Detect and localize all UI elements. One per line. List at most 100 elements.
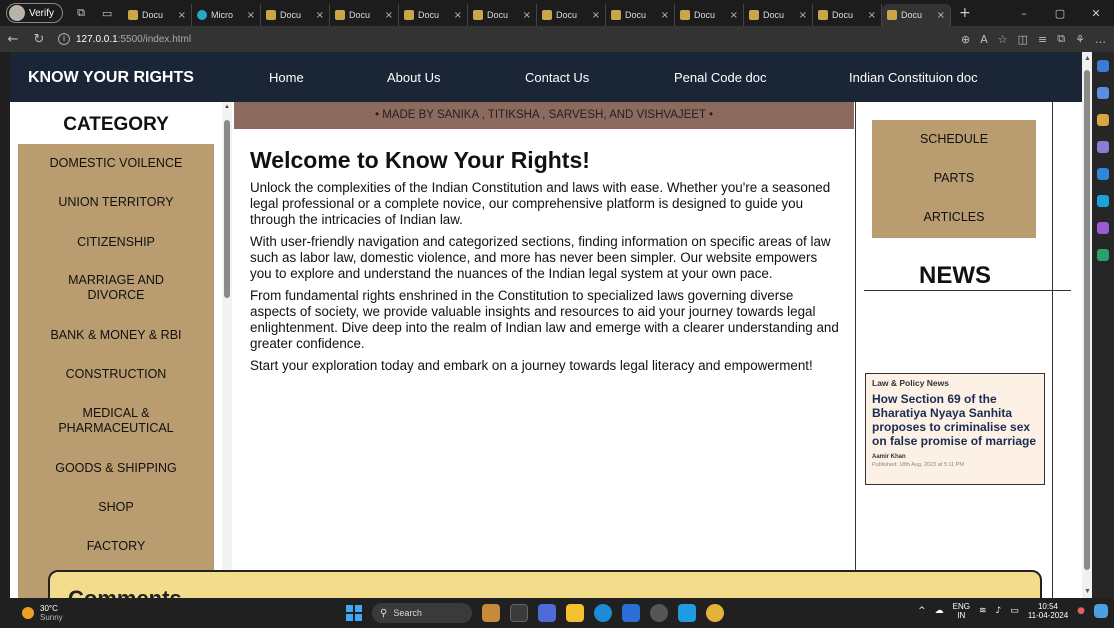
volume-icon[interactable]: ♪ (996, 606, 1002, 616)
tools-icon[interactable] (1097, 141, 1109, 153)
category-item[interactable]: SHOP (18, 500, 214, 515)
category-item[interactable]: MARRIAGE AND DIVORCE (18, 273, 214, 303)
cloud-icon[interactable]: ☁ (935, 606, 944, 616)
copilot-icon[interactable] (1097, 87, 1109, 99)
zoom-icon[interactable]: ⊕ (961, 33, 970, 46)
weather-widget[interactable]: 30°C Sunny (22, 604, 63, 622)
browser-tab-active[interactable]: Docu × (882, 4, 952, 26)
category-item[interactable]: UNION TERRITORY (18, 195, 214, 210)
category-item[interactable]: GOODS & SHIPPING (18, 461, 214, 476)
language-indicator[interactable]: ENG IN (953, 602, 970, 620)
games-icon[interactable] (1097, 168, 1109, 180)
file-explorer-icon[interactable] (566, 604, 584, 622)
refresh-icon[interactable]: ↻ (26, 32, 52, 47)
browser-tab[interactable]: Docu × (261, 4, 331, 26)
browser-tab[interactable]: Docu × (744, 4, 814, 26)
split-screen-icon[interactable]: ◫ (1018, 33, 1028, 46)
designer-icon[interactable] (1097, 222, 1109, 234)
parts-link[interactable]: PARTS (872, 171, 1036, 185)
store-icon[interactable] (622, 604, 640, 622)
clock[interactable]: 10:54 11-04-2024 (1028, 602, 1068, 620)
favorite-star-icon[interactable]: ☆ (998, 33, 1008, 46)
browser-tab[interactable]: Docu × (606, 4, 676, 26)
site-brand[interactable]: KNOW YOUR RIGHTS (28, 69, 194, 87)
extensions-icon[interactable]: ⚘ (1075, 33, 1085, 46)
teams-icon[interactable] (538, 604, 556, 622)
browser-tab[interactable]: Docu × (537, 4, 607, 26)
profile-button[interactable]: Verify (6, 3, 64, 23)
chrome-icon[interactable] (706, 604, 724, 622)
minimize-icon[interactable]: – (1006, 7, 1042, 20)
close-icon[interactable]: × (454, 10, 462, 21)
close-icon[interactable]: × (868, 10, 876, 21)
scroll-down-icon[interactable]: ▼ (1084, 588, 1091, 595)
edge-browser-icon[interactable] (594, 604, 612, 622)
taskbar-search[interactable]: ⚲ Search (372, 603, 472, 623)
sidebar-scroll-thumb[interactable] (224, 120, 230, 298)
sidebar-scrollbar[interactable]: ▲ ▼ (222, 102, 232, 598)
close-icon[interactable]: × (592, 10, 600, 21)
nav-link-about[interactable]: About Us (387, 70, 440, 85)
category-item[interactable]: FACTORY (18, 539, 214, 554)
nav-link-penal-code[interactable]: Penal Code doc (674, 70, 767, 85)
page-scrollbar[interactable]: ▲ ▼ (1082, 52, 1092, 598)
url-field[interactable]: i 127.0.0.1:5500/index.html (58, 33, 191, 45)
category-item[interactable]: MEDICAL & PHARMACEUTICAL (18, 406, 214, 436)
tab-actions-icon[interactable]: ▭ (99, 5, 115, 21)
close-icon[interactable]: × (247, 10, 255, 21)
nav-link-home[interactable]: Home (269, 70, 304, 85)
schedule-link[interactable]: SCHEDULE (872, 132, 1036, 146)
vscode-icon[interactable] (678, 604, 696, 622)
favorites-icon[interactable]: ≡ (1038, 33, 1047, 46)
task-view-icon[interactable] (510, 604, 528, 622)
dell-icon[interactable] (650, 604, 668, 622)
office-icon[interactable] (1097, 195, 1109, 207)
category-item[interactable]: CITIZENSHIP (18, 235, 214, 250)
notification-bell-icon[interactable]: ● (1077, 606, 1085, 616)
browser-tab[interactable]: Docu × (330, 4, 400, 26)
close-window-icon[interactable]: ✕ (1078, 7, 1114, 20)
nav-link-constitution[interactable]: Indian Constituion doc (849, 70, 978, 85)
scroll-up-icon[interactable]: ▲ (1084, 55, 1091, 62)
close-icon[interactable]: × (178, 10, 186, 21)
browser-tab[interactable]: Micro × (192, 4, 262, 26)
category-item[interactable]: DOMESTIC VOILENCE (18, 156, 214, 171)
copilot-taskbar-icon[interactable] (1094, 604, 1108, 618)
read-aloud-icon[interactable]: A (980, 33, 988, 46)
windows-start-icon[interactable] (346, 605, 362, 621)
page-scroll-thumb[interactable] (1084, 70, 1090, 570)
close-icon[interactable]: × (316, 10, 324, 21)
close-icon[interactable]: × (730, 10, 738, 21)
close-icon[interactable]: × (661, 10, 669, 21)
workspaces-icon[interactable]: ⧉ (73, 5, 89, 21)
news-card[interactable]: Law & Policy News How Section 69 of the … (865, 373, 1045, 485)
shopping-icon[interactable] (1097, 114, 1109, 126)
category-item[interactable]: CONSTRUCTION (18, 367, 214, 382)
site-info-icon[interactable]: i (58, 33, 70, 45)
collections-icon[interactable]: ⧉ (1057, 32, 1065, 46)
browser-tab[interactable]: Docu × (123, 4, 193, 26)
browser-tab[interactable]: Docu × (468, 4, 538, 26)
close-icon[interactable]: × (385, 10, 393, 21)
close-icon[interactable]: × (937, 10, 945, 21)
category-item[interactable]: BANK & MONEY & RBI (18, 328, 214, 343)
battery-icon[interactable]: ▭ (1010, 606, 1019, 616)
scroll-up-icon[interactable]: ▲ (224, 104, 230, 110)
browser-tab[interactable]: Docu × (399, 4, 469, 26)
more-menu-icon[interactable]: … (1095, 33, 1106, 46)
browser-tab[interactable]: Docu × (813, 4, 883, 26)
widgets-icon[interactable] (482, 604, 500, 622)
drop-icon[interactable] (1097, 249, 1109, 261)
news-headline[interactable]: How Section 69 of the Bharatiya Nyaya Sa… (872, 392, 1038, 448)
chevron-up-icon[interactable]: ^ (918, 606, 926, 616)
restore-icon[interactable]: ▢ (1042, 7, 1078, 20)
browser-tab[interactable]: Docu × (675, 4, 745, 26)
search-icon[interactable] (1097, 60, 1109, 72)
wifi-icon[interactable]: ≋ (979, 606, 987, 616)
articles-link[interactable]: ARTICLES (872, 210, 1036, 224)
back-arrow-icon[interactable]: ← (0, 32, 26, 47)
nav-link-contact[interactable]: Contact Us (525, 70, 589, 85)
close-icon[interactable]: × (799, 10, 807, 21)
close-icon[interactable]: × (523, 10, 531, 21)
new-tab-icon[interactable]: + (959, 5, 971, 21)
